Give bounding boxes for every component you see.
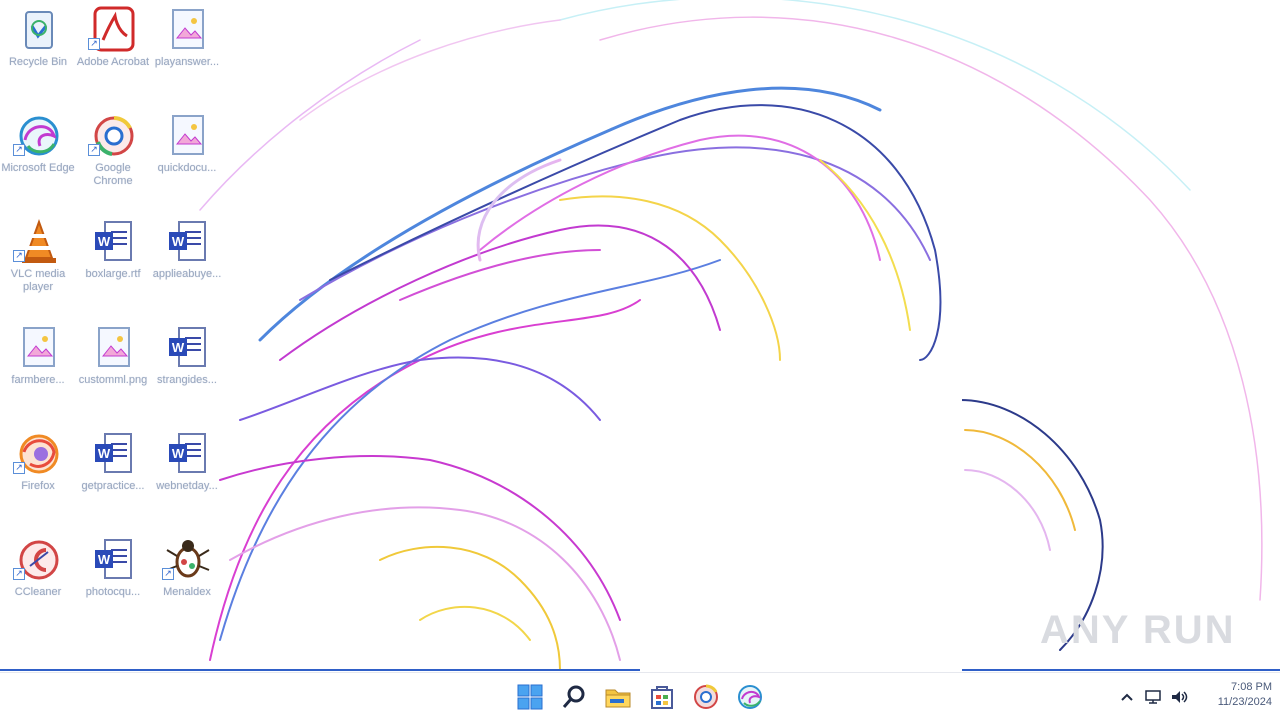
edge-taskbar-button[interactable] <box>734 681 766 713</box>
desktop-icon[interactable]: quickdocu... <box>150 108 224 208</box>
shortcut-arrow-icon: ↗ <box>13 462 25 474</box>
network-status-button[interactable] <box>1144 689 1162 705</box>
windows-start-icon <box>517 684 543 710</box>
image-file-icon <box>91 324 137 372</box>
desktop-icon-label: getpractice... <box>81 480 145 492</box>
desktop-icon-label: applieabuye... <box>152 268 222 280</box>
word-doc-icon: W <box>91 218 137 266</box>
desktop-icon[interactable]: Wboxlarge.rtf <box>76 214 150 314</box>
desktop-icon-label: Recycle Bin <box>8 56 68 68</box>
show-hidden-icons-button[interactable] <box>1118 689 1136 705</box>
desktop-icon[interactable]: Recycle Bin <box>1 2 75 102</box>
network-icon <box>1145 690 1161 704</box>
desktop-icon-label: Microsoft Edge <box>1 162 75 174</box>
desktop-icon-label: farmbere... <box>11 374 65 386</box>
word-doc-icon: W <box>91 430 137 478</box>
desktop-icon[interactable]: ↗ Microsoft Edge <box>1 108 75 208</box>
word-doc-icon: W <box>165 430 211 478</box>
desktop-icon-label: Adobe Acrobat <box>76 56 150 68</box>
desktop-icon-label: webnetday... <box>156 480 218 492</box>
image-file-icon <box>165 6 211 54</box>
store-button[interactable] <box>646 681 678 713</box>
desktop-icon[interactable]: ↗ Menaldex <box>150 532 224 632</box>
watermark-text: ANY RUN <box>1040 608 1236 652</box>
anyrun-watermark: ANY RUN <box>1040 608 1240 668</box>
word-doc-icon: W <box>165 324 211 372</box>
desktop-icon[interactable]: playanswer... <box>150 2 224 102</box>
desktop-icon[interactable]: customml.png <box>76 320 150 420</box>
edge-icon <box>738 685 762 709</box>
recycle-bin-icon <box>16 6 62 54</box>
desktop: Recycle Bin ↗ Adobe Acrobat playanswer... ↗ M… <box>0 0 1280 672</box>
volume-button[interactable] <box>1170 689 1188 705</box>
shortcut-arrow-icon: ↗ <box>13 568 25 580</box>
desktop-icon[interactable]: Wapplieabuye... <box>150 214 224 314</box>
svg-text:W: W <box>98 234 111 249</box>
desktop-icon[interactable]: farmbere... <box>1 320 75 420</box>
search-icon <box>562 685 585 708</box>
chrome-icon <box>694 684 718 709</box>
desktop-icon[interactable]: ↗ Adobe Acrobat <box>76 2 150 102</box>
blank-window-area <box>640 362 962 672</box>
desktop-icon-label: Menaldex <box>163 586 211 598</box>
desktop-icon-label: quickdocu... <box>157 162 217 174</box>
desktop-icon[interactable]: Wstrangides... <box>150 320 224 420</box>
file-explorer-button[interactable] <box>602 681 634 713</box>
start-button[interactable] <box>514 681 546 713</box>
svg-text:W: W <box>172 446 185 461</box>
desktop-icon[interactable]: Wgetpractice... <box>76 426 150 526</box>
desktop-icon-label: boxlarge.rtf <box>85 268 141 280</box>
word-doc-icon: W <box>91 536 137 584</box>
desktop-icon[interactable]: ↗ CCleaner <box>1 532 75 632</box>
desktop-icon-label: playanswer... <box>154 56 220 68</box>
desktop-icon[interactable]: Wwebnetday... <box>150 426 224 526</box>
desktop-icon-label: strangides... <box>157 374 217 386</box>
chevron-up-icon <box>1121 693 1133 701</box>
svg-text:W: W <box>172 234 185 249</box>
shortcut-arrow-icon: ↗ <box>88 144 100 156</box>
desktop-icon-label: VLC media player <box>10 268 66 293</box>
word-doc-icon: W <box>165 218 211 266</box>
svg-text:W: W <box>172 340 185 355</box>
taskbar <box>0 672 1280 721</box>
clock-date: 11/23/2024 <box>1217 696 1272 708</box>
image-file-icon <box>165 112 211 160</box>
folder-icon <box>605 689 631 708</box>
shortcut-arrow-icon: ↗ <box>88 38 100 50</box>
desktop-icon[interactable]: ↗ VLC media player <box>1 214 75 314</box>
taskbar-clock[interactable]: 7:08 PM 11/23/2024 <box>1188 680 1272 710</box>
desktop-icon[interactable]: ↗ Google Chrome <box>76 108 150 208</box>
shortcut-arrow-icon: ↗ <box>162 568 174 580</box>
chrome-taskbar-button[interactable] <box>690 681 722 713</box>
shortcut-arrow-icon: ↗ <box>13 144 25 156</box>
desktop-icon[interactable]: Wphotocqu... <box>76 532 150 632</box>
clock-time: 7:08 PM <box>1231 681 1272 693</box>
svg-text:W: W <box>98 552 111 567</box>
desktop-icon-label: CCleaner <box>14 586 62 598</box>
search-button[interactable] <box>558 681 590 713</box>
store-icon <box>651 686 673 709</box>
svg-text:W: W <box>98 446 111 461</box>
desktop-icon-label: photocqu... <box>85 586 141 598</box>
shortcut-arrow-icon: ↗ <box>13 250 25 262</box>
desktop-icon-label: Firefox <box>21 480 55 492</box>
desktop-icon[interactable]: ↗ Firefox <box>1 426 75 526</box>
desktop-icon-label: customml.png <box>78 374 148 386</box>
image-file-icon <box>16 324 62 372</box>
volume-icon <box>1172 691 1188 703</box>
desktop-icon-label: Google Chrome <box>93 162 133 187</box>
